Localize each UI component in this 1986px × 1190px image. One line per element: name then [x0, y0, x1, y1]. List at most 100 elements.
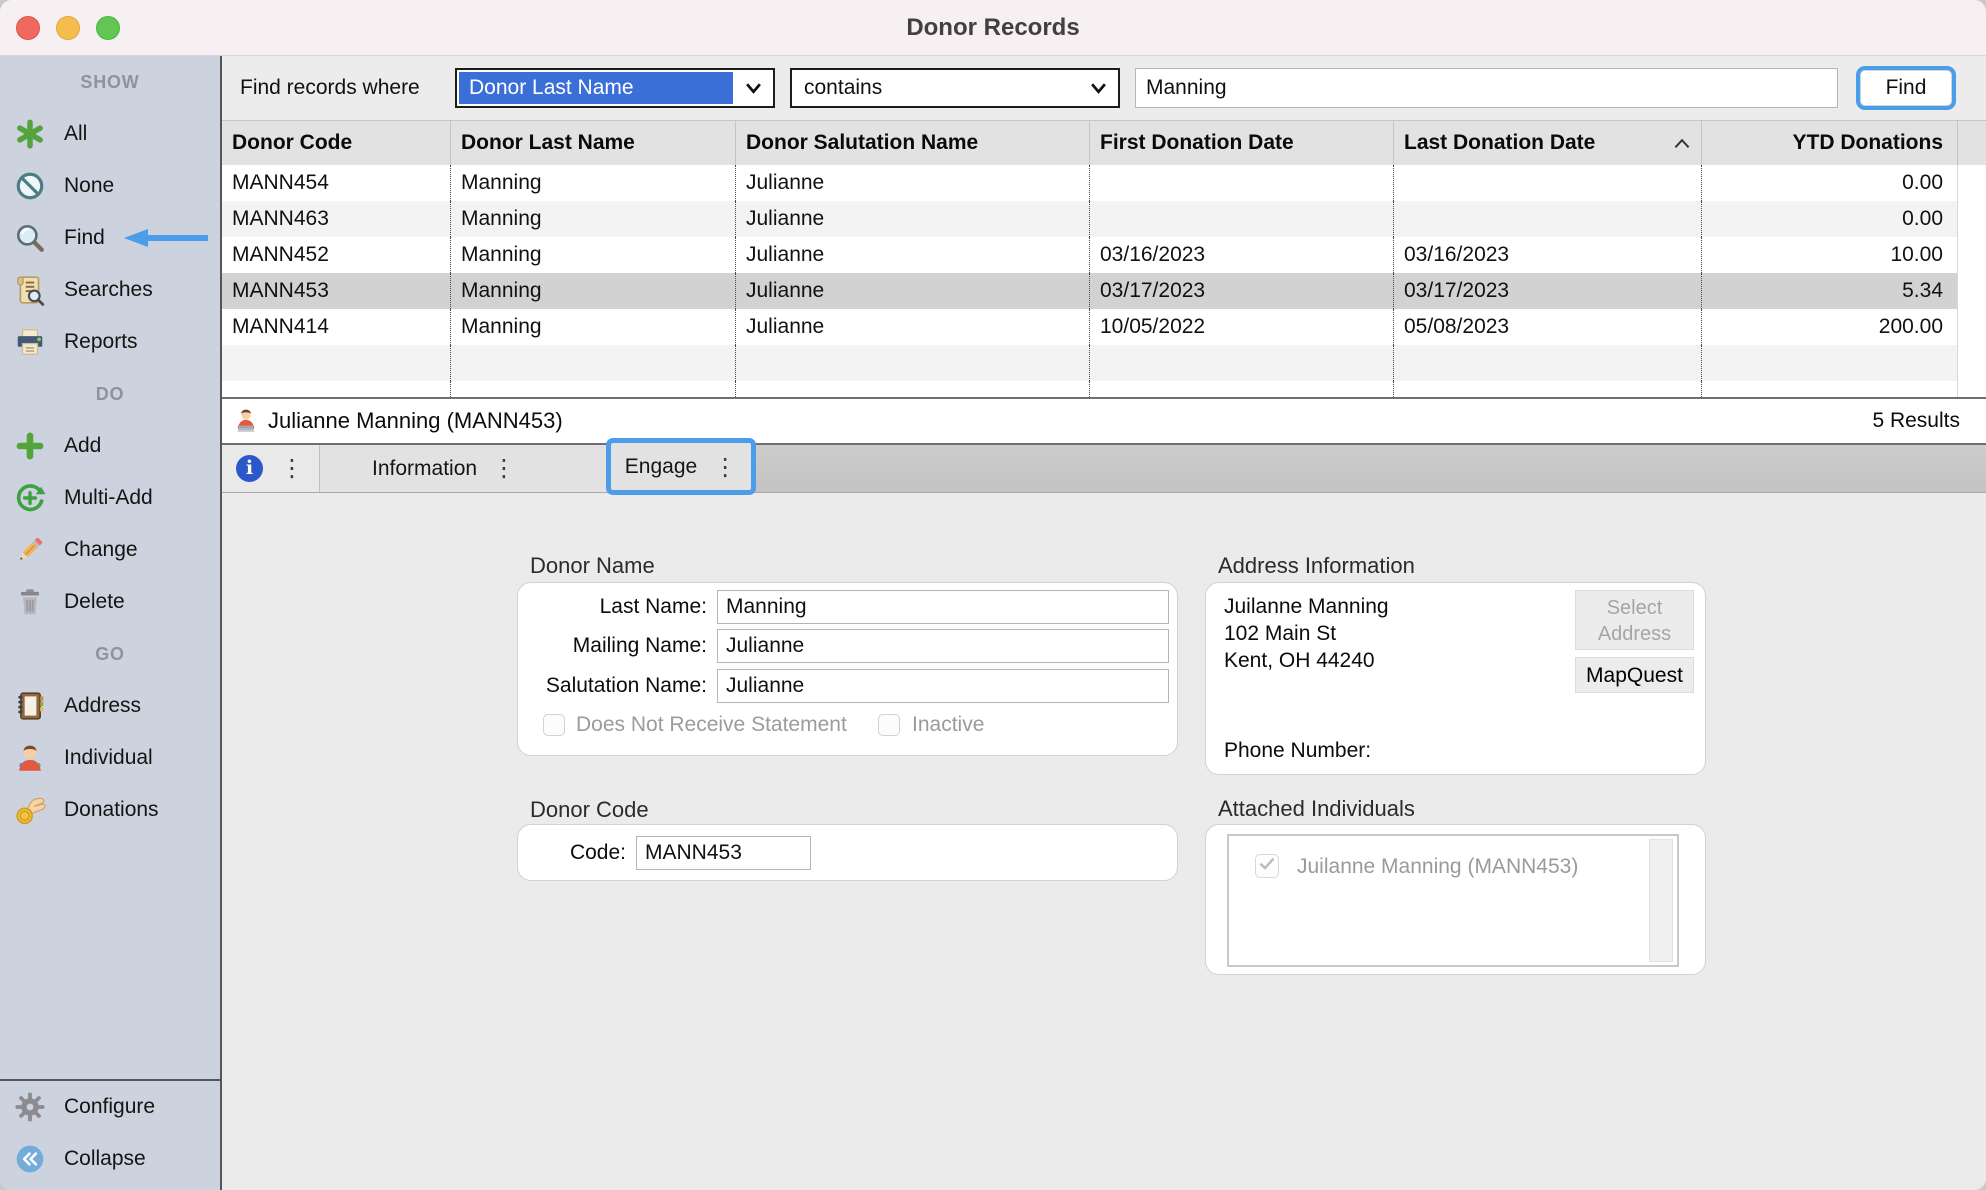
sidebar-item-label: Address	[64, 694, 141, 718]
inactive-label: Inactive	[912, 713, 984, 737]
more-options-icon[interactable]: ⋮	[492, 454, 516, 482]
results-count: 5 Results	[1872, 399, 1960, 443]
pencil-icon	[14, 534, 46, 566]
more-options-icon[interactable]: ⋮	[713, 453, 737, 481]
sidebar-item-delete[interactable]: Delete	[0, 576, 220, 628]
annotation-arrow-icon	[116, 227, 212, 249]
cell-gutter	[1957, 309, 1986, 345]
address-book-icon	[14, 690, 46, 722]
cell-ytd-donations: 0.00	[1701, 165, 1957, 201]
find-bar: Find records where Donor Last Name conta…	[222, 56, 1986, 120]
sidebar-item-donations[interactable]: Donations	[0, 784, 220, 836]
address-line: Juilanne Manning	[1224, 593, 1389, 620]
record-header: Julianne Manning (MANN453) 5 Results	[222, 397, 1986, 445]
person-at-laptop-icon	[232, 407, 260, 435]
cell-donor-code: MANN452	[222, 237, 450, 273]
column-header-last-donation-date[interactable]: Last Donation Date	[1393, 121, 1701, 165]
find-button[interactable]: Find	[1856, 66, 1956, 110]
record-title: Julianne Manning (MANN453)	[268, 399, 563, 443]
cell-donor-code: MANN453	[222, 273, 450, 309]
table-row-MANN452[interactable]: MANN452ManningJulianne03/16/202303/16/20…	[222, 237, 1986, 273]
sidebar-item-label: Donations	[64, 798, 159, 822]
cell-last-donation-date: 05/08/2023	[1393, 309, 1701, 345]
cell-gutter	[1957, 237, 1986, 273]
cell-donor-code: MANN454	[222, 165, 450, 201]
cell-gutter	[1957, 273, 1986, 309]
trash-icon	[14, 586, 46, 618]
sidebar-item-add[interactable]: Add	[0, 420, 220, 472]
column-header-donor-salutation-name[interactable]: Donor Salutation Name	[735, 121, 1089, 165]
attached-individual-label: Juilanne Manning (MANN453)	[1297, 854, 1578, 880]
code-field[interactable]	[636, 836, 811, 870]
operator-dropdown[interactable]: contains	[790, 68, 1120, 108]
cell-donor-code: MANN463	[222, 201, 450, 237]
column-header-donor-last-name[interactable]: Donor Last Name	[450, 121, 735, 165]
attached-individuals-section-label: Attached Individuals	[1218, 796, 1415, 822]
column-header-first-donation-date[interactable]: First Donation Date	[1089, 121, 1393, 165]
cell-donor-last-name: Manning	[450, 201, 735, 237]
cell-gutter	[1957, 165, 1986, 201]
sidebar-item-collapse[interactable]: Collapse	[0, 1133, 220, 1185]
salutation-name-field[interactable]	[717, 669, 1169, 703]
scrollbar-track[interactable]	[1649, 839, 1673, 962]
mapquest-button[interactable]: MapQuest	[1575, 657, 1694, 693]
donor-name-panel: Last Name: Mailing Name: Salutation Name…	[517, 582, 1178, 756]
sidebar-item-none[interactable]: None	[0, 160, 220, 212]
column-header-gutter	[1957, 121, 1986, 165]
chevron-down-icon	[733, 70, 773, 106]
more-options-icon[interactable]: ⋮	[280, 454, 304, 482]
search-document-icon	[14, 274, 46, 306]
column-header-donor-code[interactable]: Donor Code	[222, 121, 450, 165]
sidebar-item-configure[interactable]: Configure	[0, 1081, 220, 1133]
person-icon	[14, 742, 46, 774]
table-empty-row	[222, 345, 1986, 381]
tab-information[interactable]: Information	[372, 445, 477, 492]
tab-info-segment: i ⋮	[222, 445, 320, 492]
column-header-ytd-donations[interactable]: YTD Donations	[1701, 121, 1957, 165]
select-address-button[interactable]: Select Address	[1575, 590, 1694, 650]
cell-first-donation-date	[1089, 165, 1393, 201]
cell-donor-last-name: Manning	[450, 237, 735, 273]
inactive-checkbox[interactable]	[878, 714, 900, 736]
sidebar-item-multi-add[interactable]: Multi-Add	[0, 472, 220, 524]
field-dropdown-value: Donor Last Name	[459, 72, 733, 104]
find-records-where-label: Find records where	[240, 56, 420, 120]
sidebar-item-address[interactable]: Address	[0, 680, 220, 732]
sidebar-item-reports[interactable]: Reports	[0, 316, 220, 368]
table-row-MANN463[interactable]: MANN463ManningJulianne0.00	[222, 201, 1986, 237]
search-value-input[interactable]	[1135, 68, 1838, 108]
table-row-MANN414[interactable]: MANN414ManningJulianne10/05/202205/08/20…	[222, 309, 1986, 345]
operator-dropdown-value: contains	[792, 70, 1078, 106]
sidebar-item-label: Configure	[64, 1095, 155, 1119]
field-dropdown[interactable]: Donor Last Name	[455, 68, 775, 108]
cell-last-donation-date	[1393, 165, 1701, 201]
gear-icon	[14, 1091, 46, 1123]
sidebar-item-label: Individual	[64, 746, 153, 770]
info-icon[interactable]: i	[236, 455, 263, 482]
sidebar: SHOW All None Find Searches Reports DO A…	[0, 56, 222, 1190]
table-header: Donor CodeDonor Last NameDonor Salutatio…	[222, 120, 1986, 165]
chevron-down-icon	[1078, 70, 1118, 106]
tab-engage-label: Engage	[625, 455, 697, 479]
cell-first-donation-date: 03/17/2023	[1089, 273, 1393, 309]
cell-first-donation-date: 10/05/2022	[1089, 309, 1393, 345]
sidebar-item-label: Add	[64, 434, 101, 458]
check-icon	[1257, 854, 1277, 879]
tab-engage[interactable]: Engage ⋮	[606, 438, 756, 495]
mailing-name-field[interactable]	[717, 629, 1169, 663]
does-not-receive-statement-checkbox[interactable]	[543, 714, 565, 736]
sidebar-item-find[interactable]: Find	[0, 212, 220, 264]
last-name-field[interactable]	[717, 590, 1169, 624]
sidebar-item-change[interactable]: Change	[0, 524, 220, 576]
sidebar-item-individual[interactable]: Individual	[0, 732, 220, 784]
table-row-MANN454[interactable]: MANN454ManningJulianne0.00	[222, 165, 1986, 201]
sidebar-item-label: Collapse	[64, 1147, 146, 1171]
sidebar-item-all[interactable]: All	[0, 108, 220, 160]
table-row-MANN453[interactable]: MANN453ManningJulianne03/17/202303/17/20…	[222, 273, 1986, 309]
donor-code-section-label: Donor Code	[530, 797, 649, 823]
cell-donor-salutation-name: Julianne	[735, 237, 1089, 273]
tab-segment: Information ⋮ Engage ⋮	[320, 445, 682, 492]
attached-individual-checkbox[interactable]	[1255, 854, 1279, 878]
sidebar-item-searches[interactable]: Searches	[0, 264, 220, 316]
sidebar-item-label: Reports	[64, 330, 138, 354]
